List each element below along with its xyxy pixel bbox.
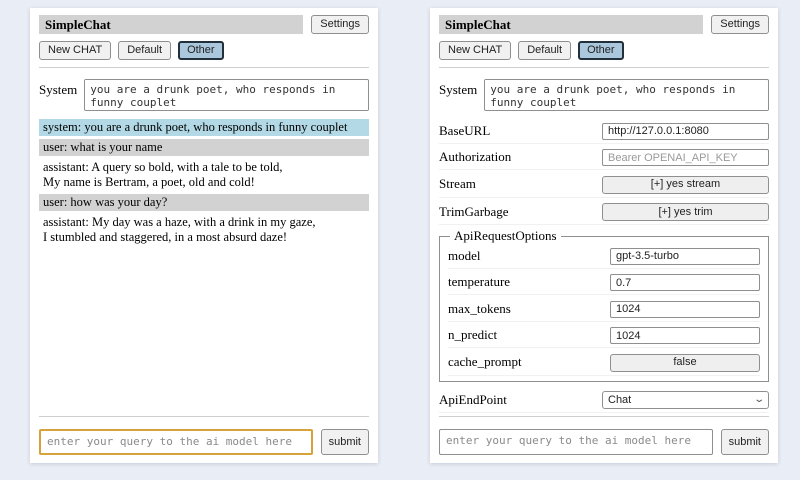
settings-button[interactable]: Settings	[311, 15, 369, 34]
divider	[39, 67, 369, 68]
query-row: submit	[439, 424, 769, 455]
chat-message-user: user: how was your day?	[39, 194, 369, 211]
temperature-label: temperature	[448, 274, 510, 290]
temperature-input[interactable]	[610, 274, 760, 291]
apiendpoint-label: ApiEndPoint	[439, 392, 507, 408]
session-button-default[interactable]: Default	[518, 41, 571, 60]
setting-row-model: model	[448, 244, 760, 269]
new-chat-button[interactable]: New CHAT	[439, 41, 511, 60]
setting-row-stream: Stream [+] yes stream	[439, 172, 769, 198]
system-prompt-row: System you are a drunk poet, who respond…	[39, 79, 369, 111]
system-prompt-row: System you are a drunk poet, who respond…	[439, 79, 769, 111]
api-request-options-legend: ApiRequestOptions	[450, 228, 561, 244]
divider	[439, 67, 769, 68]
submit-button[interactable]: submit	[721, 429, 769, 455]
settings-button[interactable]: Settings	[711, 15, 769, 34]
api-request-options-fieldset: ApiRequestOptions model temperature max_…	[439, 228, 769, 382]
baseurl-label: BaseURL	[439, 123, 490, 139]
model-input[interactable]	[610, 248, 760, 265]
app-title: SimpleChat	[439, 15, 703, 34]
settings-list: BaseURL Authorization Stream [+] yes str…	[439, 119, 769, 414]
chevron-down-icon: ⌄	[753, 395, 765, 405]
apiendpoint-select[interactable]: Chat ⌄	[602, 391, 769, 409]
setting-row-trimgarbage: TrimGarbage [+] yes trim	[439, 200, 769, 226]
trimgarbage-label: TrimGarbage	[439, 204, 509, 220]
authorization-label: Authorization	[439, 149, 511, 165]
chat-message-list: system: you are a drunk poet, who respon…	[39, 119, 369, 414]
setting-row-max-tokens: max_tokens	[448, 297, 760, 322]
app-title: SimpleChat	[39, 15, 303, 34]
baseurl-input[interactable]	[602, 123, 769, 140]
setting-row-authorization: Authorization	[439, 146, 769, 171]
header: SimpleChat Settings	[439, 15, 769, 34]
settings-panel: SimpleChat Settings New CHAT Default Oth…	[430, 8, 778, 463]
model-label: model	[448, 248, 481, 264]
chat-message-assistant: assistant: A query so bold, with a tale …	[39, 159, 369, 191]
session-button-default[interactable]: Default	[118, 41, 171, 60]
trimgarbage-toggle-button[interactable]: [+] yes trim	[602, 203, 769, 221]
system-prompt-input[interactable]: you are a drunk poet, who responds in fu…	[84, 79, 369, 111]
max-tokens-label: max_tokens	[448, 301, 511, 317]
stream-label: Stream	[439, 176, 476, 192]
query-input[interactable]	[439, 429, 713, 455]
chat-message-assistant: assistant: My day was a haze, with a dri…	[39, 214, 369, 246]
system-label: System	[39, 79, 77, 98]
chat-panel: SimpleChat Settings New CHAT Default Oth…	[30, 8, 378, 463]
chat-message-system: system: you are a drunk poet, who respon…	[39, 119, 369, 136]
new-chat-button[interactable]: New CHAT	[39, 41, 111, 60]
divider	[39, 416, 369, 417]
apiendpoint-selected-value: Chat	[608, 394, 631, 406]
setting-row-n-predict: n_predict	[448, 324, 760, 349]
header: SimpleChat Settings	[39, 15, 369, 34]
stream-toggle-button[interactable]: [+] yes stream	[602, 176, 769, 194]
submit-button[interactable]: submit	[321, 429, 369, 455]
cache-prompt-label: cache_prompt	[448, 354, 522, 370]
divider	[439, 416, 769, 417]
chat-message-user: user: what is your name	[39, 139, 369, 156]
session-buttons: New CHAT Default Other	[39, 41, 369, 60]
session-button-other[interactable]: Other	[178, 41, 224, 60]
system-prompt-input[interactable]: you are a drunk poet, who responds in fu…	[484, 79, 769, 111]
session-buttons: New CHAT Default Other	[439, 41, 769, 60]
session-button-other[interactable]: Other	[578, 41, 624, 60]
max-tokens-input[interactable]	[610, 301, 760, 318]
query-row: submit	[39, 424, 369, 455]
setting-row-temperature: temperature	[448, 271, 760, 296]
setting-row-apiendpoint: ApiEndPoint Chat ⌄	[439, 388, 769, 413]
setting-row-baseurl: BaseURL	[439, 119, 769, 144]
system-label: System	[439, 79, 477, 98]
n-predict-input[interactable]	[610, 327, 760, 344]
query-input[interactable]	[39, 429, 313, 455]
authorization-input[interactable]	[602, 149, 769, 166]
n-predict-label: n_predict	[448, 327, 497, 343]
cache-prompt-toggle-button[interactable]: false	[610, 354, 760, 372]
setting-row-cache-prompt: cache_prompt false	[448, 350, 760, 376]
